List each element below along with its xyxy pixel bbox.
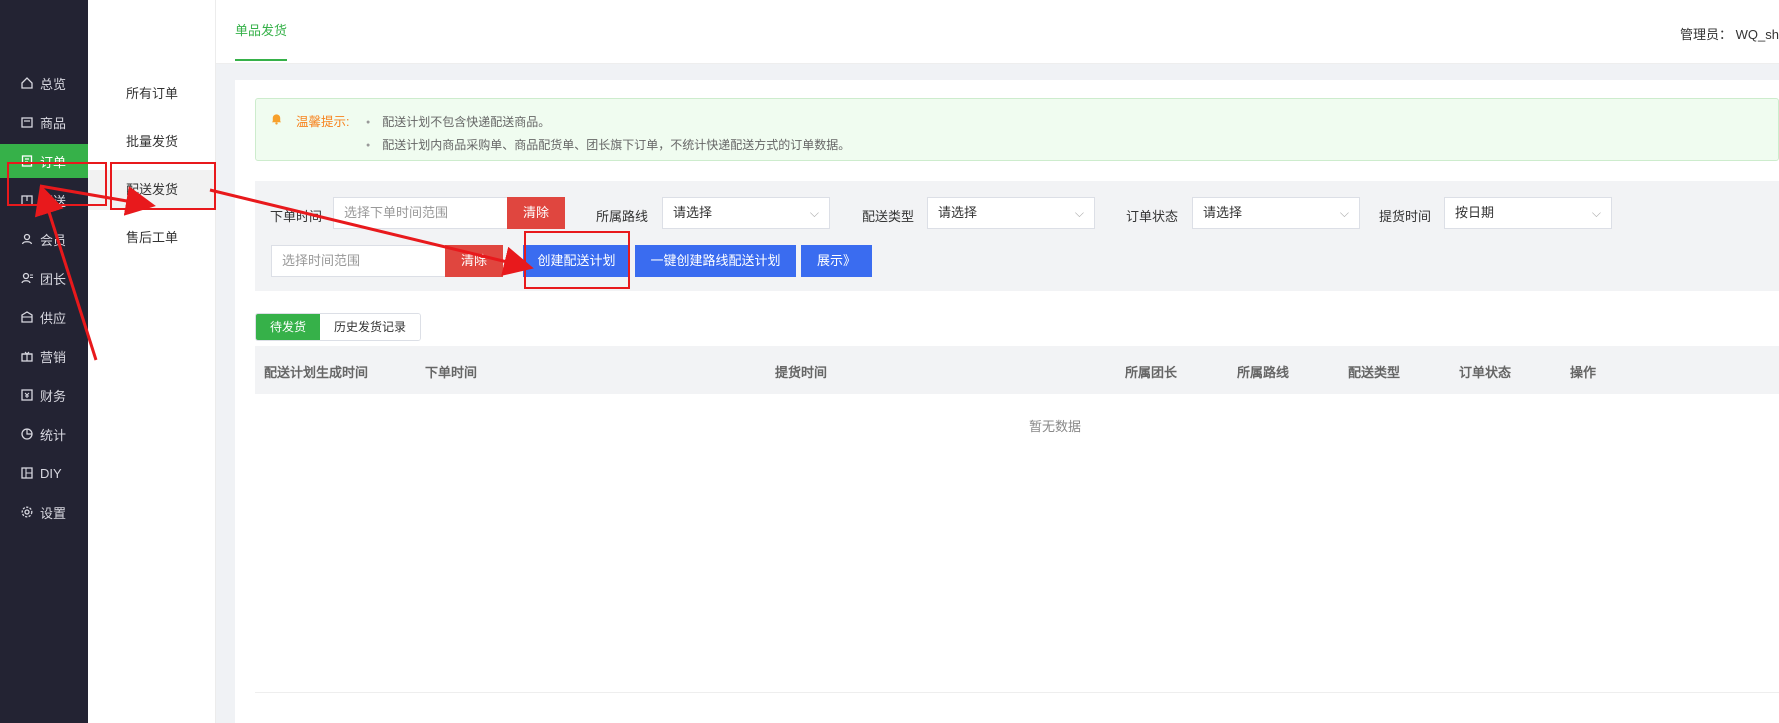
annotation-arrows bbox=[34, 184, 534, 361]
arrow-to-delivery-ship bbox=[39, 184, 156, 216]
arrow-to-orders bbox=[34, 184, 98, 361]
arrow-to-create-plan bbox=[209, 188, 534, 276]
